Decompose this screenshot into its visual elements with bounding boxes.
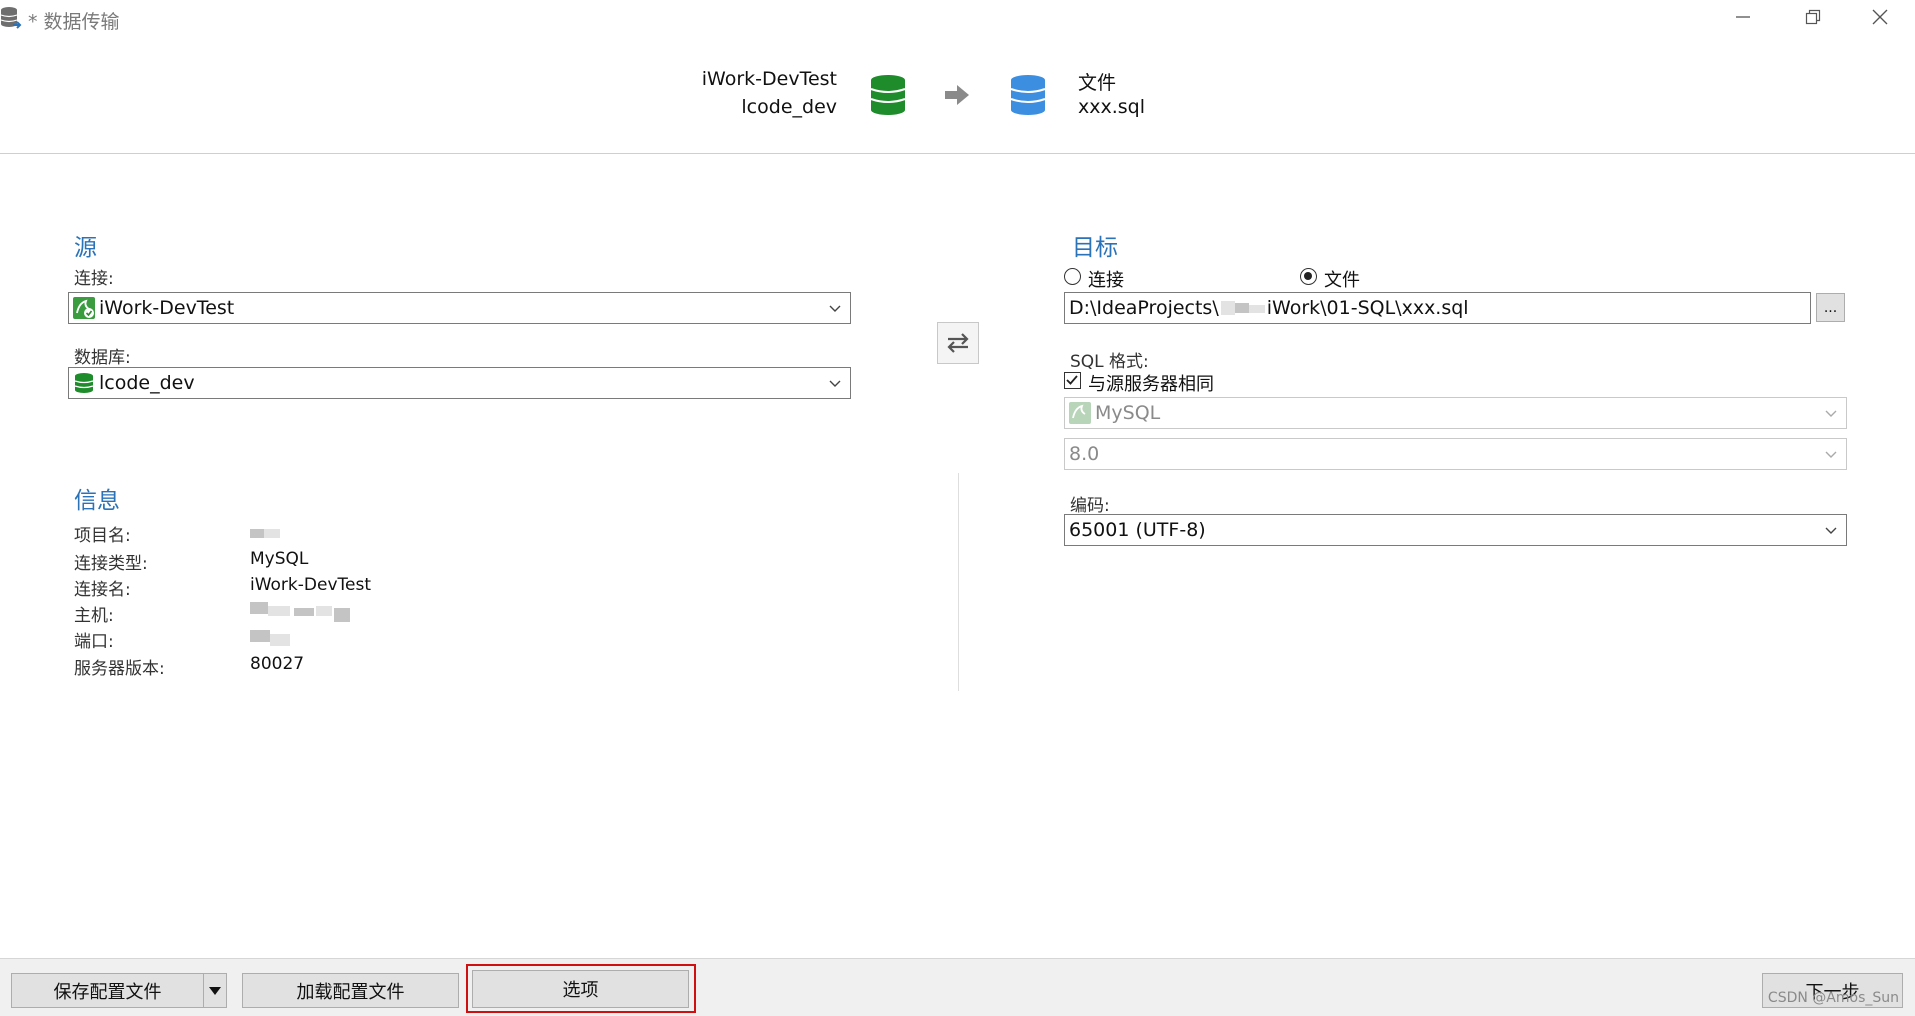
- transfer-arrow-icon: [944, 84, 970, 110]
- caret-down-icon: [209, 986, 221, 995]
- annotation-highlight-box: [466, 964, 696, 1013]
- load-profile-button[interactable]: 加载配置文件: [242, 973, 459, 1008]
- swap-source-target-button[interactable]: [937, 322, 979, 364]
- mysql-disabled-icon: [1069, 402, 1091, 424]
- chevron-down-icon: [1825, 527, 1837, 534]
- chevron-down-icon: [829, 305, 841, 312]
- info-connection-type-label: 连接类型:: [74, 554, 148, 574]
- file-path-suffix: iWork\01-SQL\xxx.sql: [1266, 297, 1469, 319]
- redacted-host: [250, 602, 350, 628]
- source-connection-value: iWork-DevTest: [99, 297, 235, 319]
- server-type-combo[interactable]: MySQL: [1064, 397, 1847, 429]
- source-database-label: 数据库:: [74, 348, 131, 368]
- watermark-text: CSDN @Amos_Sun: [1767, 990, 1899, 1006]
- source-heading: 源: [74, 235, 97, 261]
- info-project-label: 项目名:: [74, 526, 131, 546]
- info-heading: 信息: [74, 488, 120, 514]
- source-database-combo[interactable]: lcode_dev: [68, 367, 851, 399]
- info-connection-type-value: MySQL: [250, 549, 309, 569]
- checkmark-icon: [1066, 375, 1078, 385]
- target-radio-connection[interactable]: 连接: [1064, 266, 1184, 291]
- restore-button[interactable]: [1778, 0, 1848, 34]
- target-heading: 目标: [1072, 235, 1118, 261]
- mysql-connection-icon: [73, 297, 95, 319]
- source-connection-combo[interactable]: iWork-DevTest: [68, 292, 851, 324]
- info-connection-name-label: 连接名:: [74, 580, 131, 600]
- radio-connection-circle[interactable]: [1064, 268, 1081, 285]
- encoding-label: 编码:: [1070, 496, 1110, 516]
- info-server-version-label: 服务器版本:: [74, 659, 165, 679]
- radio-file-circle[interactable]: [1300, 268, 1317, 285]
- source-connection-label: 连接:: [74, 269, 114, 289]
- section-divider: [958, 473, 959, 691]
- app-database-icon: [0, 6, 22, 30]
- encoding-combo[interactable]: 65001 (UTF-8): [1064, 514, 1847, 546]
- server-version-value: 8.0: [1069, 443, 1100, 465]
- target-radio-file[interactable]: 文件: [1300, 266, 1420, 291]
- server-type-value: MySQL: [1095, 402, 1161, 424]
- header-source-connection: iWork-DevTest: [701, 68, 837, 90]
- save-profile-button[interactable]: 保存配置文件: [11, 973, 204, 1008]
- header-target-file: xxx.sql: [1078, 96, 1146, 118]
- same-as-source-checkbox[interactable]: [1064, 372, 1081, 389]
- source-database-icon: [868, 74, 908, 120]
- radio-file-label: 文件: [1324, 270, 1360, 291]
- save-profile-dropdown-button[interactable]: [203, 973, 227, 1008]
- browse-file-button[interactable]: ...: [1816, 293, 1845, 322]
- info-port-label: 端口:: [74, 632, 114, 652]
- chevron-down-icon: [1825, 451, 1837, 458]
- info-host-label: 主机:: [74, 606, 114, 626]
- title-bar: [0, 0, 1915, 37]
- encoding-value: 65001 (UTF-8): [1069, 519, 1206, 541]
- same-as-source-option[interactable]: 与源服务器相同: [1064, 370, 1264, 395]
- radio-connection-label: 连接: [1088, 270, 1124, 291]
- transfer-summary-header: iWork-DevTest lcode_dev 文件 xxx.sql: [0, 36, 1915, 154]
- window-title: * 数据传输: [28, 11, 120, 33]
- file-path-prefix: D:\IdeaProjects\: [1069, 297, 1219, 319]
- header-source-database: lcode_dev: [741, 96, 837, 118]
- target-database-icon: [1008, 74, 1048, 120]
- same-as-source-label: 与源服务器相同: [1088, 374, 1214, 395]
- redacted-path-segment: [1220, 301, 1265, 315]
- close-icon: [1872, 9, 1888, 25]
- redacted-port: [250, 630, 290, 646]
- info-connection-name-value: iWork-DevTest: [250, 575, 371, 595]
- sql-format-label: SQL 格式:: [1070, 352, 1149, 372]
- chevron-down-icon: [829, 380, 841, 387]
- close-button[interactable]: [1845, 0, 1915, 34]
- header-target-type: 文件: [1078, 72, 1117, 94]
- restore-icon: [1805, 9, 1821, 25]
- target-file-path-input[interactable]: D:\IdeaProjects\ iWork\01-SQL\xxx.sql: [1064, 292, 1811, 324]
- info-server-version-value: 80027: [250, 654, 305, 674]
- minimize-button[interactable]: [1708, 0, 1778, 34]
- swap-arrows-icon: [947, 333, 969, 353]
- chevron-down-icon: [1825, 410, 1837, 417]
- server-version-combo[interactable]: 8.0: [1064, 438, 1847, 470]
- source-database-value: lcode_dev: [99, 372, 195, 394]
- database-icon: [73, 372, 95, 394]
- redacted-project-name: [250, 529, 280, 538]
- minimize-icon: [1736, 16, 1750, 18]
